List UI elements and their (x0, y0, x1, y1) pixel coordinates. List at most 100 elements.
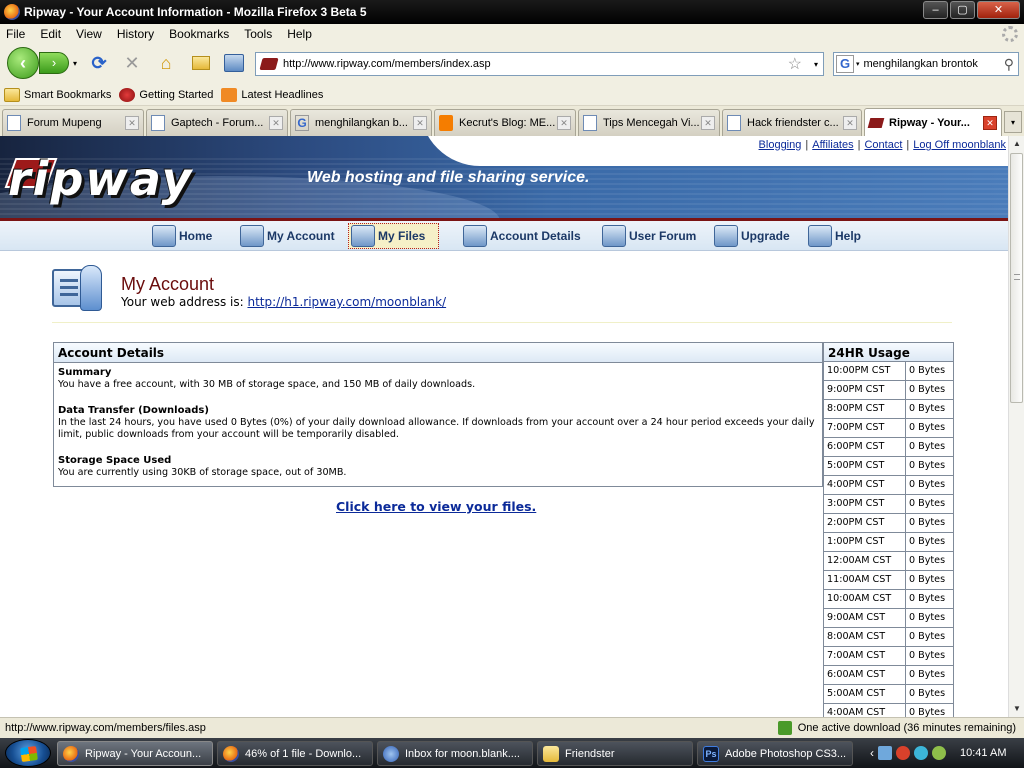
volume-icon[interactable] (932, 746, 946, 760)
tab-google-search[interactable]: G menghilangkan b... ✕ (290, 109, 432, 136)
site-logo[interactable]: ripway (8, 150, 194, 208)
page-icon (7, 115, 21, 131)
home-button[interactable]: ⌂ (155, 52, 177, 74)
link-contact[interactable]: Contact (864, 139, 902, 151)
clock[interactable]: 10:41 AM (960, 747, 1006, 759)
search-engine-icon[interactable]: G (836, 55, 854, 73)
person-icon (80, 265, 102, 311)
tab-close-icon[interactable]: ✕ (125, 116, 139, 130)
taskbar-item-photoshop[interactable]: Ps Adobe Photoshop CS3... (697, 741, 853, 766)
status-bar: http://www.ripway.com/members/files.asp … (0, 717, 1024, 738)
download-status[interactable]: One active download (36 minutes remainin… (777, 721, 1024, 735)
menu-bookmarks[interactable]: Bookmarks (169, 27, 229, 41)
bookmark-getting-started[interactable]: Getting Started (119, 87, 214, 102)
menu-tools[interactable]: Tools (244, 27, 272, 41)
page-scrollbar[interactable]: ▲ ▼ (1008, 136, 1024, 717)
usage-value: 0 Bytes (909, 574, 946, 585)
usage-value: 0 Bytes (909, 707, 946, 717)
tab-tips-mencegah[interactable]: Tips Mencegah Vi... ✕ (578, 109, 720, 136)
tray-expand-icon[interactable]: ‹ (870, 746, 874, 760)
search-bar[interactable]: G ▾ menghilangkan brontok ⚲ (833, 52, 1019, 76)
nav-my-files[interactable]: My Files (348, 223, 439, 249)
stop-button[interactable]: ✕ (121, 52, 143, 74)
tab-label: Gaptech - Forum... (171, 117, 264, 129)
tab-kecrut-blog[interactable]: Kecrut's Blog: ME... ✕ (434, 109, 576, 136)
nav-label: My Account (267, 229, 335, 243)
nav-my-account[interactable]: My Account (240, 223, 335, 249)
scroll-thumb[interactable] (1010, 153, 1023, 403)
search-engine-dropdown-icon[interactable]: ▾ (856, 60, 860, 68)
tab-close-icon[interactable]: ✕ (269, 116, 283, 130)
usage-value: 0 Bytes (909, 498, 946, 509)
messenger-icon[interactable] (914, 746, 928, 760)
back-button[interactable]: ‹ (7, 47, 39, 79)
scroll-up-icon[interactable]: ▲ (1009, 136, 1024, 152)
usage-value: 0 Bytes (909, 555, 946, 566)
menu-file[interactable]: File (6, 27, 25, 41)
menu-help[interactable]: Help (287, 27, 312, 41)
history-dropdown-icon[interactable]: ▾ (73, 59, 77, 68)
security-alert-icon[interactable] (896, 746, 910, 760)
nav-user-forum[interactable]: User Forum (602, 223, 696, 249)
maximize-button[interactable]: ▢ (950, 1, 975, 19)
tab-forum-mupeng[interactable]: Forum Mupeng ✕ (2, 109, 144, 136)
menu-view[interactable]: View (76, 27, 102, 41)
nav-help[interactable]: Help (808, 223, 861, 249)
taskbar-item-ripway[interactable]: Ripway - Your Accoun... (57, 741, 213, 766)
new-folder-bookmark-icon[interactable] (190, 52, 212, 74)
network-icon[interactable] (878, 746, 892, 760)
usage-time: 6:00AM CST (824, 666, 906, 684)
usage-time: 5:00PM CST (824, 457, 906, 475)
usage-time: 11:00AM CST (824, 571, 906, 589)
tab-list-button[interactable]: ▾ (1004, 111, 1022, 133)
tab-close-icon[interactable]: ✕ (413, 116, 427, 130)
usage-time: 8:00PM CST (824, 400, 906, 418)
tab-ripway[interactable]: Ripway - Your... ✕ (864, 108, 1002, 136)
page-icon (727, 115, 741, 131)
menu-edit[interactable]: Edit (40, 27, 61, 41)
bookmark-smart-bookmarks[interactable]: Smart Bookmarks (4, 87, 112, 102)
tab-close-icon[interactable]: ✕ (983, 115, 997, 130)
grip-icon (1014, 274, 1020, 280)
system-tray: ‹ 10:41 AM (866, 738, 1024, 768)
tab-hack-friendster[interactable]: Hack friendster c... ✕ (722, 109, 862, 136)
taskbar-item-friendster[interactable]: Friendster (537, 741, 693, 766)
link-affiliates[interactable]: Affiliates (812, 139, 853, 151)
taskbar-item-download[interactable]: 46% of 1 file - Downlo... (217, 741, 373, 766)
url-bar[interactable]: http://www.ripway.com/members/index.asp … (255, 52, 824, 76)
bookmark-latest-headlines[interactable]: Latest Headlines (221, 87, 323, 102)
bookmark-label: Getting Started (139, 88, 214, 101)
usage-row: 1:00PM CST 0 Bytes (823, 533, 954, 552)
url-text[interactable]: http://www.ripway.com/members/index.asp (283, 58, 788, 70)
downloads-icon[interactable] (223, 52, 245, 74)
tab-close-icon[interactable]: ✕ (843, 116, 857, 130)
link-log-off[interactable]: Log Off moonblank (913, 139, 1006, 151)
section-divider (52, 322, 952, 323)
link-blogging[interactable]: Blogging (759, 139, 802, 151)
nav-home[interactable]: Home (152, 223, 212, 249)
bookmark-star-icon[interactable]: ☆ (788, 54, 802, 74)
forward-button[interactable]: › (39, 52, 69, 74)
nav-upgrade[interactable]: Upgrade (714, 223, 790, 249)
tab-close-icon[interactable]: ✕ (557, 116, 571, 130)
search-input[interactable]: menghilangkan brontok (864, 58, 1004, 70)
scroll-down-icon[interactable]: ▼ (1009, 701, 1024, 717)
usage-row: 10:00PM CST 0 Bytes (823, 362, 954, 381)
close-window-button[interactable]: ✕ (977, 1, 1020, 19)
bookmark-label: Smart Bookmarks (24, 88, 112, 101)
usage-time: 4:00AM CST (824, 704, 906, 717)
tab-gaptech[interactable]: Gaptech - Forum... ✕ (146, 109, 288, 136)
nav-account-details[interactable]: Account Details (463, 223, 581, 249)
menu-history[interactable]: History (117, 27, 154, 41)
taskbar-item-inbox[interactable]: Inbox for moon.blank.... (377, 741, 533, 766)
web-address-link[interactable]: http://h1.ripway.com/moonblank/ (247, 295, 446, 309)
tab-close-icon[interactable]: ✕ (701, 116, 715, 130)
search-icon[interactable]: ⚲ (1004, 56, 1014, 73)
view-files-link[interactable]: Click here to view your files. (336, 499, 536, 514)
getting-started-icon (119, 87, 136, 102)
usage-time: 7:00AM CST (824, 647, 906, 665)
reload-button[interactable]: ⟳ (88, 52, 110, 74)
url-dropdown-icon[interactable]: ▾ (814, 60, 818, 69)
start-button[interactable] (5, 739, 51, 767)
minimize-button[interactable]: – (923, 1, 948, 19)
